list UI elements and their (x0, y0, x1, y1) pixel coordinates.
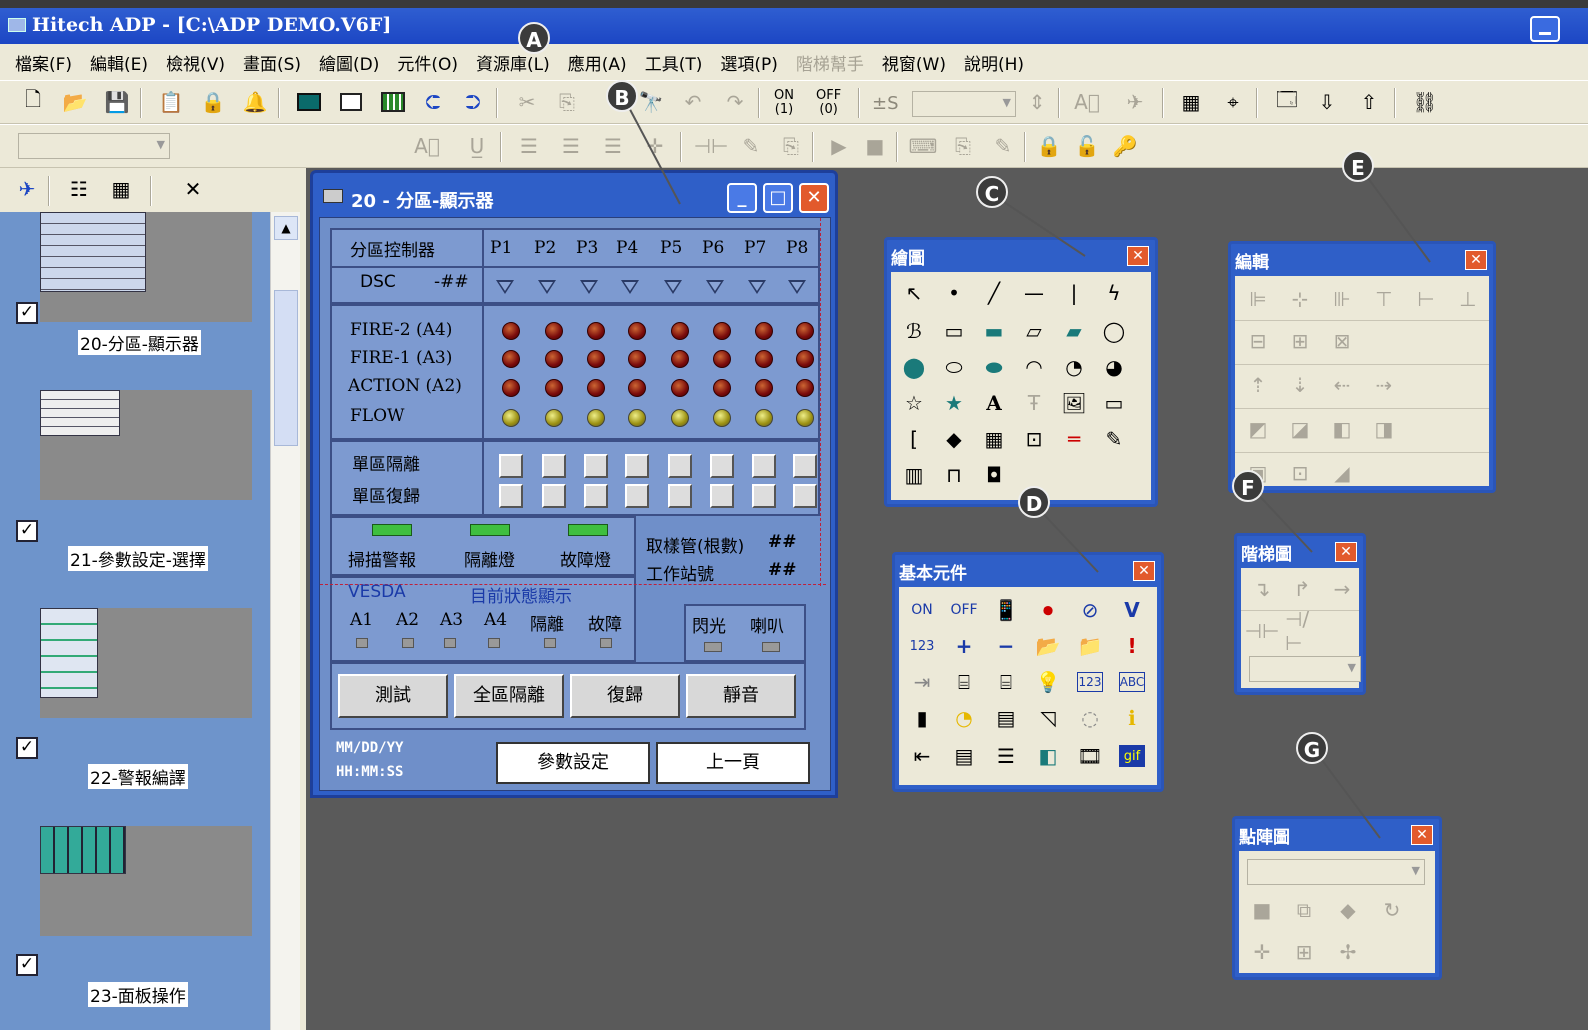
callout-marker-b: B (606, 80, 638, 112)
callout-marker-a: A (518, 22, 550, 54)
callout-marker-c: C (976, 176, 1008, 208)
callout-marker-f: F (1232, 470, 1264, 502)
callout-marker-d: D (1018, 486, 1050, 518)
callout-marker-g: G (1296, 732, 1328, 764)
callout-marker-e: E (1342, 150, 1374, 182)
